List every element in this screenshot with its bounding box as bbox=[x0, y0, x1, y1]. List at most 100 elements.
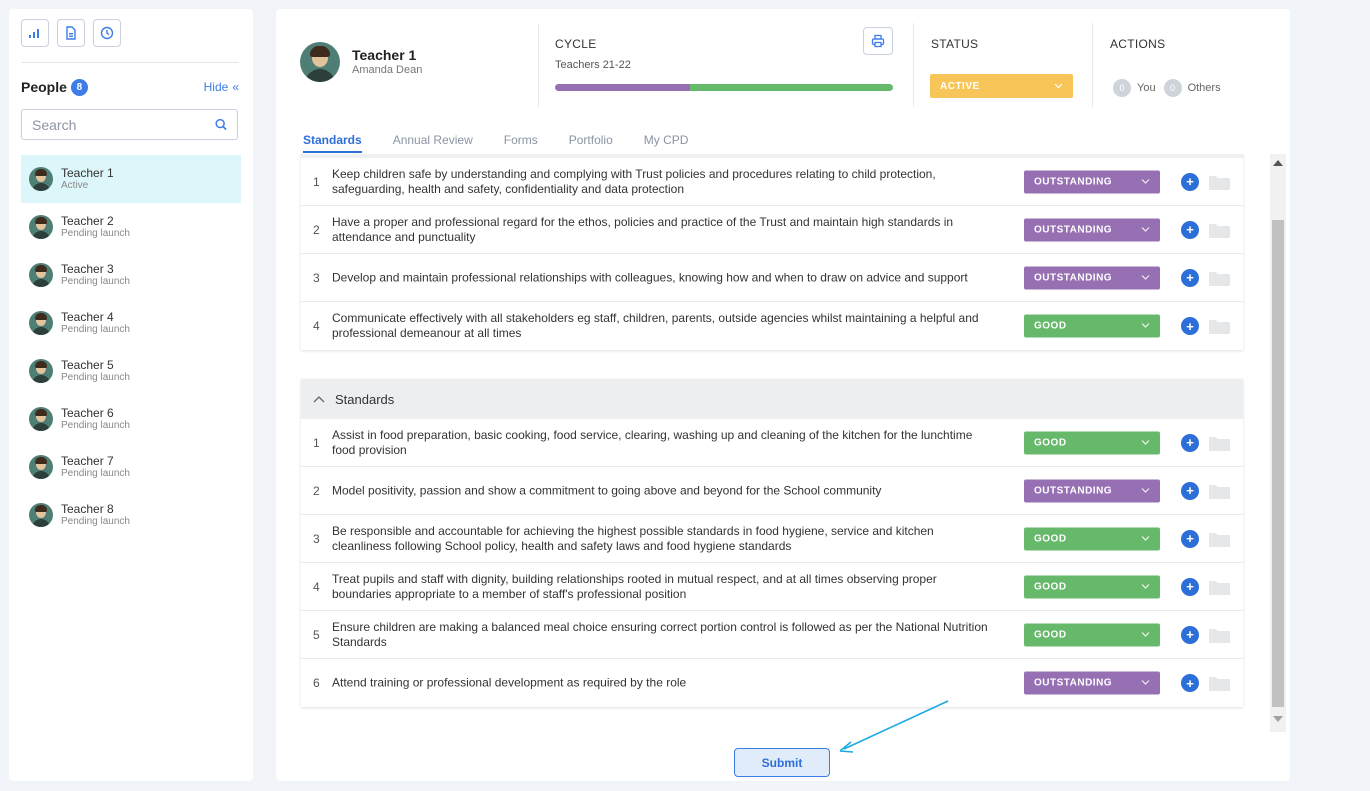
tab-forms[interactable]: Forms bbox=[504, 133, 538, 153]
rating-dropdown[interactable]: OUTSTANDING bbox=[1024, 170, 1160, 193]
people-header: People 8 Hide « bbox=[21, 77, 239, 97]
rating-value: OUTSTANDING bbox=[1034, 176, 1113, 187]
people-list-item[interactable]: Teacher 4 Pending launch bbox=[21, 299, 241, 347]
standard-text: Treat pupils and staff with dignity, bui… bbox=[332, 571, 937, 601]
tab-annual-review[interactable]: Annual Review bbox=[393, 133, 473, 153]
standard-number: 4 bbox=[313, 319, 320, 333]
person-info: Teacher 1 Active bbox=[61, 166, 114, 192]
folder-icon[interactable] bbox=[1209, 270, 1230, 286]
avatar bbox=[29, 359, 53, 383]
scrollbar-thumb[interactable] bbox=[1272, 220, 1284, 707]
rating-dropdown[interactable]: GOOD bbox=[1024, 623, 1160, 646]
review-tabs: Standards Annual Review Forms Portfolio My C… bbox=[303, 133, 688, 153]
rating-value: GOOD bbox=[1034, 320, 1067, 332]
rating-value: OUTSTANDING bbox=[1034, 272, 1113, 283]
folder-icon[interactable] bbox=[1209, 579, 1230, 595]
section-header[interactable]: Standards bbox=[301, 379, 1243, 419]
actions-you-count: 0 bbox=[1113, 79, 1131, 97]
folder-icon[interactable] bbox=[1209, 627, 1230, 643]
add-evidence-icon[interactable]: + bbox=[1181, 268, 1199, 287]
rating-dropdown[interactable]: OUTSTANDING bbox=[1024, 671, 1160, 695]
standard-text: Be responsible and accountable for achie… bbox=[332, 523, 934, 553]
standards-content[interactable]: 1 Keep children safe by understanding and… bbox=[276, 154, 1270, 732]
folder-icon[interactable] bbox=[1209, 222, 1230, 238]
actions-others-label[interactable]: Others bbox=[1188, 82, 1221, 94]
chevron-down-icon bbox=[1141, 437, 1150, 448]
standard-text: Ensure children are making a balanced me… bbox=[332, 619, 988, 649]
people-list: Teacher 1 Active Teacher 2 Pending launch Te… bbox=[21, 155, 241, 539]
rating-dropdown[interactable]: GOOD bbox=[1024, 431, 1160, 454]
folder-icon[interactable] bbox=[1209, 174, 1230, 190]
person-info: Teacher 8 Pending launch bbox=[61, 502, 130, 528]
avatar bbox=[300, 42, 340, 82]
add-evidence-icon[interactable]: + bbox=[1181, 625, 1199, 644]
search-icon[interactable] bbox=[215, 118, 227, 131]
chevron-up-icon bbox=[313, 396, 325, 403]
people-list-item[interactable]: Teacher 5 Pending launch bbox=[21, 347, 241, 395]
people-list-item[interactable]: Teacher 7 Pending launch bbox=[21, 443, 241, 491]
person-status: Pending launch bbox=[61, 420, 130, 431]
standard-text: Attend training or professional developm… bbox=[332, 675, 687, 690]
content-scrollbar[interactable] bbox=[1270, 154, 1286, 732]
people-list-item[interactable]: Teacher 1 Active bbox=[21, 155, 241, 203]
rating-dropdown[interactable]: OUTSTANDING bbox=[1024, 218, 1160, 241]
person-info: Teacher 3 Pending launch bbox=[61, 262, 130, 288]
people-list-item[interactable]: Teacher 6 Pending launch bbox=[21, 395, 241, 443]
rating-dropdown[interactable]: GOOD bbox=[1024, 575, 1160, 598]
folder-icon[interactable] bbox=[1209, 435, 1230, 451]
avatar bbox=[29, 263, 53, 287]
cycle-progress-remaining bbox=[690, 84, 893, 91]
person-status: Pending launch bbox=[61, 372, 130, 383]
search-box bbox=[21, 109, 238, 140]
clock-icon[interactable] bbox=[93, 19, 121, 47]
teacher-subtitle: Amanda Dean bbox=[352, 64, 423, 76]
add-evidence-icon[interactable]: + bbox=[1181, 172, 1199, 191]
standard-text: Have a proper and professional regard fo… bbox=[332, 214, 954, 244]
status-dropdown[interactable]: ACTIVE bbox=[930, 74, 1073, 98]
search-input[interactable] bbox=[32, 116, 215, 133]
add-evidence-icon[interactable]: + bbox=[1181, 220, 1199, 239]
actions-you-label[interactable]: You bbox=[1137, 82, 1156, 94]
bar-chart-icon[interactable] bbox=[21, 19, 49, 47]
document-icon[interactable] bbox=[57, 19, 85, 47]
folder-icon[interactable] bbox=[1209, 531, 1230, 547]
people-count-badge: 8 bbox=[70, 78, 88, 96]
people-list-item[interactable]: Teacher 2 Pending launch bbox=[21, 203, 241, 251]
print-button[interactable] bbox=[863, 27, 893, 55]
standard-number: 6 bbox=[313, 676, 320, 690]
chevron-down-icon bbox=[1141, 678, 1150, 689]
add-evidence-icon[interactable]: + bbox=[1181, 481, 1199, 500]
person-status: Active bbox=[61, 180, 89, 191]
teacher-info: Teacher 1 Amanda Dean bbox=[300, 42, 422, 82]
rating-dropdown[interactable]: OUTSTANDING bbox=[1024, 479, 1160, 502]
tab-portfolio[interactable]: Portfolio bbox=[569, 133, 613, 153]
hide-sidebar-link[interactable]: Hide « bbox=[204, 80, 239, 94]
add-evidence-icon[interactable]: + bbox=[1181, 317, 1199, 335]
standards-card-1: 1 Keep children safe by understanding and… bbox=[301, 154, 1243, 350]
tab-standards[interactable]: Standards bbox=[303, 133, 362, 153]
chevron-down-icon bbox=[1141, 272, 1150, 283]
add-evidence-icon[interactable]: + bbox=[1181, 577, 1199, 596]
standard-row: 1 Assist in food preparation, basic cooki… bbox=[301, 419, 1243, 467]
actions-label: ACTIONS bbox=[1110, 37, 1166, 51]
rating-value: OUTSTANDING bbox=[1034, 485, 1113, 496]
scroll-up-arrow-icon[interactable] bbox=[1273, 160, 1283, 166]
cycle-value: Teachers 21-22 bbox=[555, 59, 631, 71]
rating-dropdown[interactable]: GOOD bbox=[1024, 527, 1160, 550]
chevron-down-icon bbox=[1054, 81, 1063, 92]
folder-icon[interactable] bbox=[1209, 318, 1230, 334]
double-chevron-left-icon: « bbox=[232, 80, 239, 94]
add-evidence-icon[interactable]: + bbox=[1181, 674, 1199, 692]
people-list-item[interactable]: Teacher 3 Pending launch bbox=[21, 251, 241, 299]
scroll-down-arrow-icon[interactable] bbox=[1273, 716, 1283, 722]
person-info: Teacher 4 Pending launch bbox=[61, 310, 130, 336]
folder-icon[interactable] bbox=[1209, 675, 1230, 691]
submit-button[interactable]: Submit bbox=[734, 748, 830, 777]
rating-dropdown[interactable]: GOOD bbox=[1024, 314, 1160, 338]
people-list-item[interactable]: Teacher 8 Pending launch bbox=[21, 491, 241, 539]
add-evidence-icon[interactable]: + bbox=[1181, 529, 1199, 548]
rating-dropdown[interactable]: OUTSTANDING bbox=[1024, 266, 1160, 289]
tab-my-cpd[interactable]: My CPD bbox=[644, 133, 689, 153]
add-evidence-icon[interactable]: + bbox=[1181, 433, 1199, 452]
folder-icon[interactable] bbox=[1209, 483, 1230, 499]
